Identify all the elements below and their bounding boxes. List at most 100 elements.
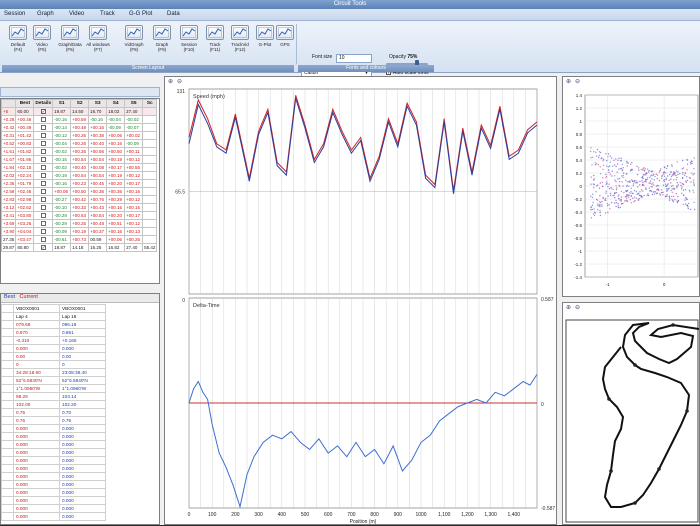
table-cell: +00.54 xyxy=(88,171,108,180)
table-row[interactable]: +3.90 +04.04 -00.09 +00.19 +00.37 +00.16 +00.1… xyxy=(0,227,158,236)
details-checkbox[interactable] xyxy=(33,203,54,212)
table-row[interactable]: +1.51 +01.82 -00.02 +00.35 +00.56 +00.50 +00.1… xyxy=(0,147,158,156)
table-row[interactable]: +0.31 +01.42 -00.12 +00.26 +00.38 +00.06 +00.0… xyxy=(0,131,158,140)
zoom-out-icon[interactable]: ⊖ xyxy=(575,78,580,85)
table-row[interactable]: 29.87 80.80 ✓ 18.87 14.18 16.25 16.82 27.40 55.4… xyxy=(0,243,158,252)
details-checkbox[interactable] xyxy=(33,219,54,228)
tab-best[interactable]: Best xyxy=(4,294,15,300)
details-checkbox[interactable] xyxy=(33,235,54,244)
gg-scatter-plot[interactable]: 1.4 1.2 1 0.8 0.6 0.4 0.2 0 -0.2 -0.4 -0.6 -0.8 -1 -1… xyxy=(563,77,699,296)
column-header[interactable]: S4 xyxy=(106,99,126,108)
compare-value-b: 0.000 xyxy=(59,424,106,433)
table-cell: +00.16 xyxy=(124,187,144,196)
menu-ggplot[interactable]: G-G Plot xyxy=(129,11,152,17)
column-header[interactable]: Details xyxy=(33,99,54,108)
ribbon-button-all-windows[interactable]: All windows (F7) xyxy=(86,25,110,63)
table-row[interactable]: +3.69 +03.26 -00.29 +00.25 +00.48 +00.51 +00.1… xyxy=(0,219,158,228)
zoom-in-icon[interactable]: ⊕ xyxy=(566,304,571,311)
menu-graph[interactable]: Graph xyxy=(37,11,54,17)
details-checkbox[interactable] xyxy=(33,163,54,172)
table-cell: +02.46 xyxy=(15,187,35,196)
compare-label-cell xyxy=(1,416,14,425)
column-header[interactable]: S1 xyxy=(52,99,72,108)
table-cell: +00.83 xyxy=(15,139,35,148)
table-cell: 14.50 xyxy=(70,107,90,116)
track-map[interactable] xyxy=(563,303,700,524)
table-row[interactable]: +3.41 +03.80 -00.29 +00.63 +00.54 +00.20 +00.1… xyxy=(0,211,158,220)
gg-point xyxy=(673,187,675,189)
table-row[interactable]: +2.58 +02.46 +00.06 +00.50 +00.36 +00.36 +00.1… xyxy=(0,187,158,196)
gg-point xyxy=(693,179,695,181)
column-header[interactable]: S2 xyxy=(70,99,90,108)
compare-value-a: 0.870 xyxy=(13,328,60,337)
table-row[interactable]: +5 60.00 ✓ 19.87 14.50 16.70 18.02 27.40 xyxy=(0,107,158,116)
table-row[interactable]: +2.02 +02.24 -00.19 +00.54 +00.54 +00.19 +00.1… xyxy=(0,171,158,180)
details-checkbox[interactable] xyxy=(33,195,54,204)
zoom-out-icon[interactable]: ⊖ xyxy=(177,78,182,85)
table-row[interactable]: 27.35 +03.47 -00.61 +00.73 00.59 +00.06 +00.25 xyxy=(0,235,158,244)
y-tick-label: 131 xyxy=(177,89,186,95)
checkbox-icon xyxy=(40,220,46,226)
table-cell xyxy=(142,235,158,244)
ribbon-button-gps[interactable]: GPS xyxy=(273,25,297,63)
details-checkbox[interactable] xyxy=(33,227,54,236)
column-header[interactable]: Best xyxy=(15,99,35,108)
table-row[interactable]: +3.12 +02.62 -00.10 +00.33 +00.43 +00.16 +00.1… xyxy=(0,203,158,212)
ribbon-button-vidgraph[interactable]: VidGraph (F8) xyxy=(122,25,146,63)
details-checkbox[interactable] xyxy=(33,155,54,164)
gg-plot-panel: ⊕ ⊖ 1.4 1.2 1 0.8 0.6 0.4 0.2 0 -0.2 -0.4 -0.6 -0.8… xyxy=(562,76,700,297)
details-checkbox[interactable] xyxy=(33,139,54,148)
details-checkbox[interactable]: ✓ xyxy=(33,243,54,252)
table-row[interactable]: +1.67 +01.95 -00.15 +00.54 +00.54 +00.19 +00.1… xyxy=(0,155,158,164)
gg-point xyxy=(679,181,681,184)
gg-point xyxy=(626,189,628,192)
menu-session[interactable]: Session xyxy=(4,11,25,17)
font-size-input[interactable]: 10 xyxy=(336,54,372,63)
table-cell: +00.19 xyxy=(106,155,126,164)
ribbon-button-default[interactable]: Default (F4) xyxy=(6,25,30,63)
ribbon-button-video[interactable]: Video (F5) xyxy=(30,25,54,63)
gg-point xyxy=(621,163,624,166)
compare-label-cell xyxy=(1,328,14,337)
zoom-in-icon[interactable]: ⊕ xyxy=(168,78,173,85)
gg-point xyxy=(616,187,618,189)
table-row[interactable]: +0.52 +00.83 -00.04 +00.26 +00.40 +00.16 -00.0… xyxy=(0,139,158,148)
table-row[interactable]: +0.42 +00.49 -00.14 +00.48 +00.16 -00.09 -00.0… xyxy=(0,123,158,132)
details-checkbox[interactable] xyxy=(33,187,54,196)
tab-current[interactable]: Current xyxy=(20,294,38,300)
details-checkbox[interactable] xyxy=(33,123,54,132)
gg-point xyxy=(666,184,668,186)
zoom-out-icon[interactable]: ⊖ xyxy=(575,304,580,311)
details-checkbox[interactable] xyxy=(33,115,54,124)
column-header[interactable]: S5 xyxy=(124,99,144,108)
zoom-in-icon[interactable]: ⊕ xyxy=(566,78,571,85)
details-checkbox[interactable]: ✓ xyxy=(33,107,54,116)
table-row[interactable]: +2.35 +01.79 -00.16 +00.23 +00.45 +00.20 +00.1… xyxy=(0,179,158,188)
gg-point xyxy=(676,176,678,179)
ribbon-button-graph-data[interactable]: Graph/Data (F6) xyxy=(58,25,82,63)
column-header[interactable]: S3 xyxy=(88,99,108,108)
details-checkbox[interactable] xyxy=(33,131,54,140)
details-checkbox[interactable] xyxy=(33,171,54,180)
details-checkbox[interactable] xyxy=(33,211,54,220)
table-row[interactable]: +0.28 +00.46 -00.16 +00.59 -00.16 -00.04 -00.0… xyxy=(0,115,158,124)
details-checkbox[interactable] xyxy=(33,179,54,188)
ribbon-button-trackvid[interactable]: TrackVid (F12) xyxy=(228,25,252,63)
menu-data[interactable]: Data xyxy=(167,11,180,17)
details-checkbox[interactable] xyxy=(33,147,54,156)
menu-track[interactable]: Track xyxy=(100,11,115,17)
gg-point xyxy=(681,186,683,188)
table-cell: +00.48 xyxy=(70,123,90,132)
table-row[interactable]: +1.84 +02.15 -00.02 +00.40 +00.08 +00.17 +00.5… xyxy=(0,163,158,172)
ribbon-button-track[interactable]: Track (F11) xyxy=(203,25,227,63)
column-header[interactable] xyxy=(0,99,17,108)
ribbon-button-session[interactable]: Session (F10) xyxy=(177,25,201,63)
table-row[interactable]: +2.83 +02.98 -00.27 +00.42 +00.76 +00.29 +00.1… xyxy=(0,195,158,204)
ribbon-button-graph[interactable]: Graph (F9) xyxy=(150,25,174,63)
speed-delta-chart[interactable]: Speed (mph) 131 65.5 Delta-Time 0.587 0 -0.587… xyxy=(165,77,556,525)
menu-video[interactable]: Video xyxy=(69,11,84,17)
gg-point xyxy=(619,199,621,201)
table-cell: +01.42 xyxy=(15,131,35,140)
column-header[interactable]: Sc xyxy=(142,99,158,108)
gg-point xyxy=(620,196,623,198)
